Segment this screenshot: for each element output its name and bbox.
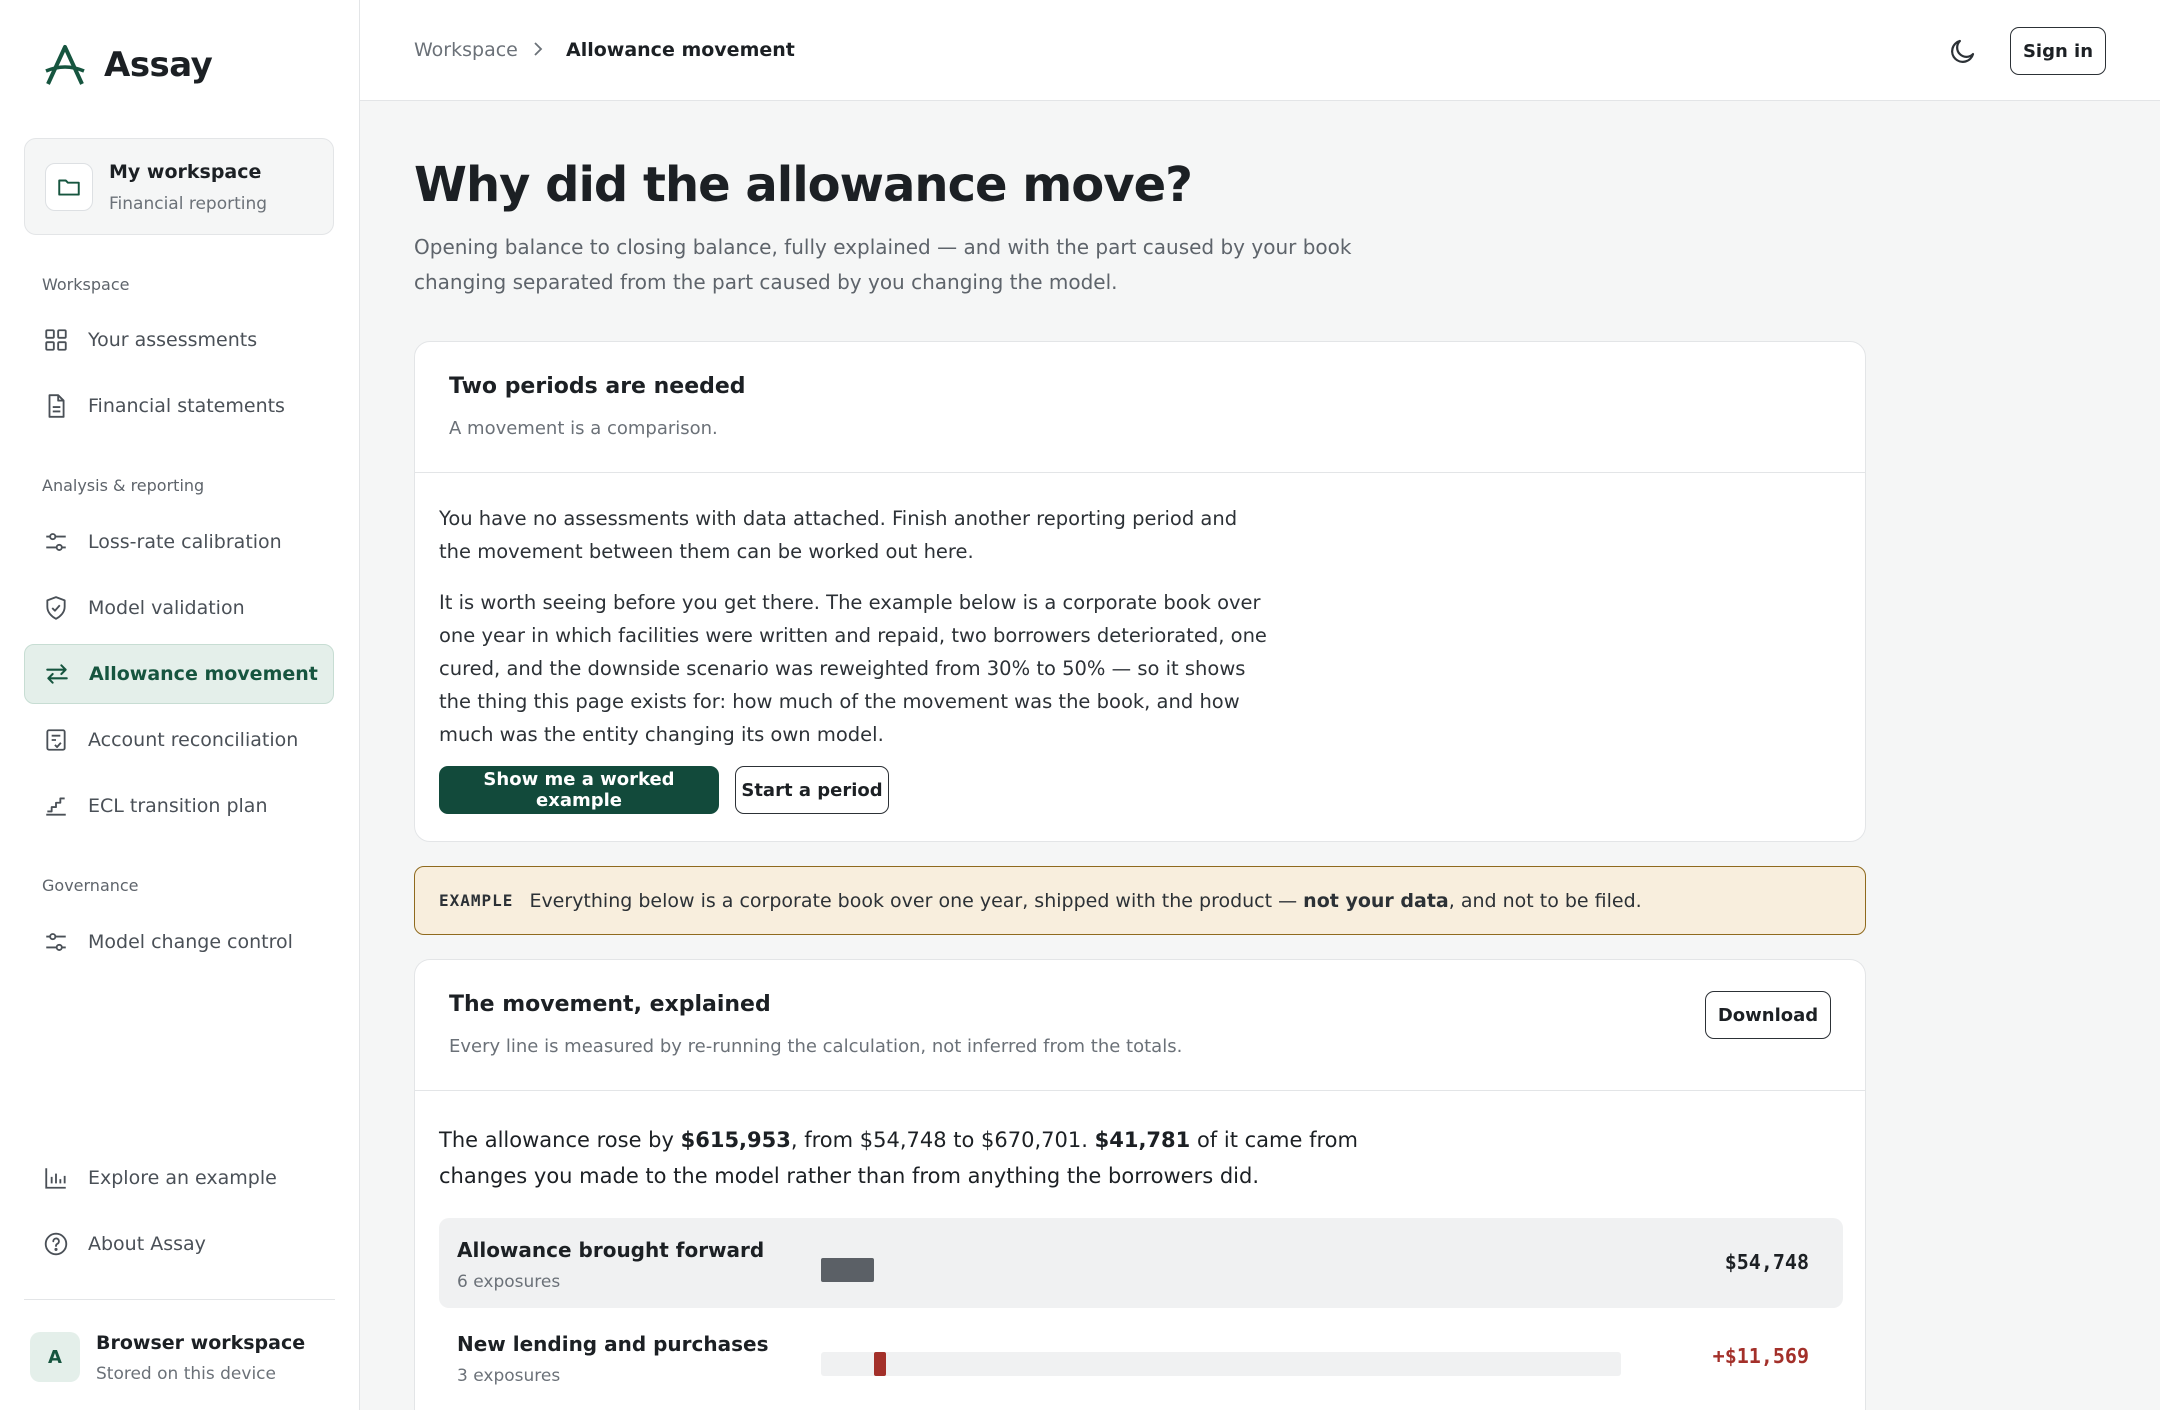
sidebar-item-explore-example[interactable]: Explore an example [24,1148,334,1208]
brand[interactable]: Assay [44,44,213,86]
checklist-icon [42,726,70,754]
empty-state-explainer: It is worth seeing before you get there.… [439,591,1267,746]
card-subtitle: A movement is a comparison. [449,418,718,439]
start-period-button[interactable]: Start a period [735,766,889,814]
movement-bar [821,1258,875,1282]
breadcrumb-current: Allowance movement [566,39,795,61]
sidebar-item-label: Model change control [88,931,293,953]
section-label-governance: Governance [42,876,139,895]
page-lede: Opening balance to closing balance, full… [414,235,1352,294]
sidebar-item-model-change-control[interactable]: Model change control [24,912,334,972]
card-header: The movement, explained Every line is me… [415,960,1865,1091]
stairs-icon [42,792,70,820]
avatar: A [30,1332,80,1382]
sidebar-divider [24,1299,335,1300]
movement-bar [874,1352,887,1376]
movement-row-count: 3 exposures [457,1366,561,1386]
sign-in-button[interactable]: Sign in [2010,27,2106,75]
example-banner-text: Everything below is a corporate book ove… [529,890,1641,912]
card-header: Two periods are needed A movement is a c… [415,342,1865,473]
sidebar-item-label: Account reconciliation [88,729,299,751]
sidebar-item-label: Explore an example [88,1167,277,1189]
shield-check-icon [42,594,70,622]
sidebar-item-allowance-movement[interactable]: Allowance movement [24,644,334,704]
movement-row-value: $54,748 [1724,1250,1809,1274]
movement-row-new-lending[interactable]: New lending and purchases 3 exposures +$… [439,1312,1843,1402]
section-label-analysis: Analysis & reporting [42,476,205,495]
summary-text: The allowance rose by [439,1128,681,1152]
grid-icon [42,326,70,354]
bar-chart-icon [42,1164,70,1192]
account-title: Browser workspace [96,1332,306,1354]
sidebar-item-your-assessments[interactable]: Your assessments [24,310,334,370]
workspace-switcher[interactable]: My workspace Financial reporting [24,138,334,235]
folder-icon [45,163,93,211]
topbar: Workspace Allowance movement Sign in [360,0,2160,101]
movement-row-value: +$11,569 [1712,1344,1809,1368]
app-name: Assay [104,45,213,85]
swap-arrows-icon [43,660,71,688]
sidebar-item-ecl-transition-plan[interactable]: ECL transition plan [24,776,334,836]
banner-text-end: , and not to be filed. [1448,889,1642,912]
section-label-workspace: Workspace [42,275,130,294]
movement-card: The movement, explained Every line is me… [414,959,1866,1410]
movement-row-label: Allowance brought forward [457,1238,765,1262]
movement-bar-track [821,1258,1621,1282]
help-circle-icon [42,1230,70,1258]
sidebar-item-label: Your assessments [88,329,258,351]
download-button[interactable]: Download [1705,991,1831,1039]
empty-state-text: You have no assessments with data attach… [439,507,1238,563]
sliders-icon [42,528,70,556]
workspace-title: My workspace [109,161,262,183]
sidebar-item-label: ECL transition plan [88,795,268,817]
sidebar-item-account-reconciliation[interactable]: Account reconciliation [24,710,334,770]
example-tag: EXAMPLE [439,891,514,910]
account-subtitle: Stored on this device [96,1364,276,1384]
card-title: Two periods are needed [449,374,746,399]
workspace-subtitle: Financial reporting [109,194,268,214]
sidebar-item-model-validation[interactable]: Model validation [24,578,334,638]
sidebar-item-loss-rate-calibration[interactable]: Loss-rate calibration [24,512,334,572]
assay-logo-icon [45,45,85,85]
sidebar-item-label: Model validation [88,597,245,619]
movement-row-label: New lending and purchases [457,1332,769,1356]
banner-text-bold: not your data [1303,889,1449,912]
card-title: The movement, explained [449,992,771,1017]
card-subtitle: Every line is measured by re-running the… [449,1036,1183,1057]
page-title: Why did the allowance move? [414,157,1193,213]
sidebar-item-label: About Assay [88,1233,206,1255]
movement-summary: The allowance rose by $615,953, from $54… [439,1122,1399,1194]
movement-bar-track [821,1352,1621,1376]
sliders-icon [42,928,70,956]
breadcrumb-root[interactable]: Workspace [414,39,518,61]
summary-model-change: $41,781 [1094,1128,1191,1152]
sidebar-item-label: Financial statements [88,395,285,417]
sidebar: Assay My workspace Financial reporting W… [0,0,360,1410]
chevron-right-icon [530,38,546,65]
summary-total-change: $615,953 [680,1128,791,1152]
empty-state-card: Two periods are needed A movement is a c… [414,341,1866,842]
sidebar-item-label: Loss-rate calibration [88,531,282,553]
show-worked-example-button[interactable]: Show me a worked example [439,766,719,814]
sidebar-item-about[interactable]: About Assay [24,1214,334,1274]
sidebar-item-financial-statements[interactable]: Financial statements [24,376,334,436]
movement-row-opening[interactable]: Allowance brought forward 6 exposures $5… [439,1218,1843,1308]
moon-icon[interactable] [1948,36,1978,66]
sidebar-item-label: Allowance movement [89,663,318,685]
movement-row-count: 6 exposures [457,1272,561,1292]
example-banner: EXAMPLE Everything below is a corporate … [414,866,1866,935]
banner-text-start: Everything below is a corporate book ove… [529,889,1304,912]
summary-text: , from $54,748 to $670,701. [790,1128,1095,1152]
document-icon [42,392,70,420]
